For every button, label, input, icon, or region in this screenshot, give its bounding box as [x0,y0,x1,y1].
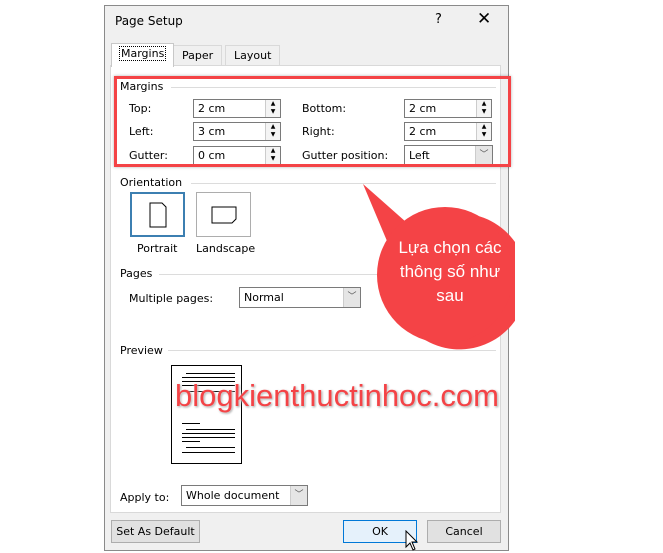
tab-layout[interactable]: Layout [225,45,281,66]
landscape-label: Landscape [196,242,256,255]
dialog-title: Page Setup [115,14,183,28]
portrait-button[interactable] [130,192,185,237]
divider [168,350,496,351]
orientation-group-label: Orientation [120,176,183,189]
pages-group-label: Pages [120,267,153,280]
set-as-default-button[interactable]: Set As Default [111,520,200,543]
tab-margins[interactable]: Margins [111,43,175,67]
apply-to-select[interactable]: Whole document ﹀ [181,485,308,506]
multiple-pages-label: Multiple pages: [129,292,214,305]
portrait-page-icon [149,202,167,228]
callout-text: Lựa chọn các thông số như sau [398,238,502,305]
apply-to-label: Apply to: [120,491,170,504]
landscape-button[interactable] [196,192,251,237]
margins-highlight-box [114,76,511,167]
chevron-down-icon: ﹀ [290,486,307,505]
preview-group-label: Preview [120,344,163,357]
mouse-cursor-icon [405,530,419,551]
multiple-pages-select[interactable]: Normal ﹀ [239,287,361,308]
portrait-label: Portrait [137,242,178,255]
tab-paper[interactable]: Paper [173,45,223,66]
tab-label: Margins [118,46,167,61]
value: Whole document [186,489,280,502]
landscape-page-icon [211,206,237,224]
help-button[interactable]: ? [435,12,442,27]
value: Normal [244,291,284,304]
watermark-text: blogkienthuctinhoc.com [175,378,499,413]
tab-label: Paper [182,49,214,62]
cancel-button[interactable]: Cancel [427,520,501,543]
close-button[interactable]: ✕ [477,9,491,29]
tab-label: Layout [234,49,272,62]
